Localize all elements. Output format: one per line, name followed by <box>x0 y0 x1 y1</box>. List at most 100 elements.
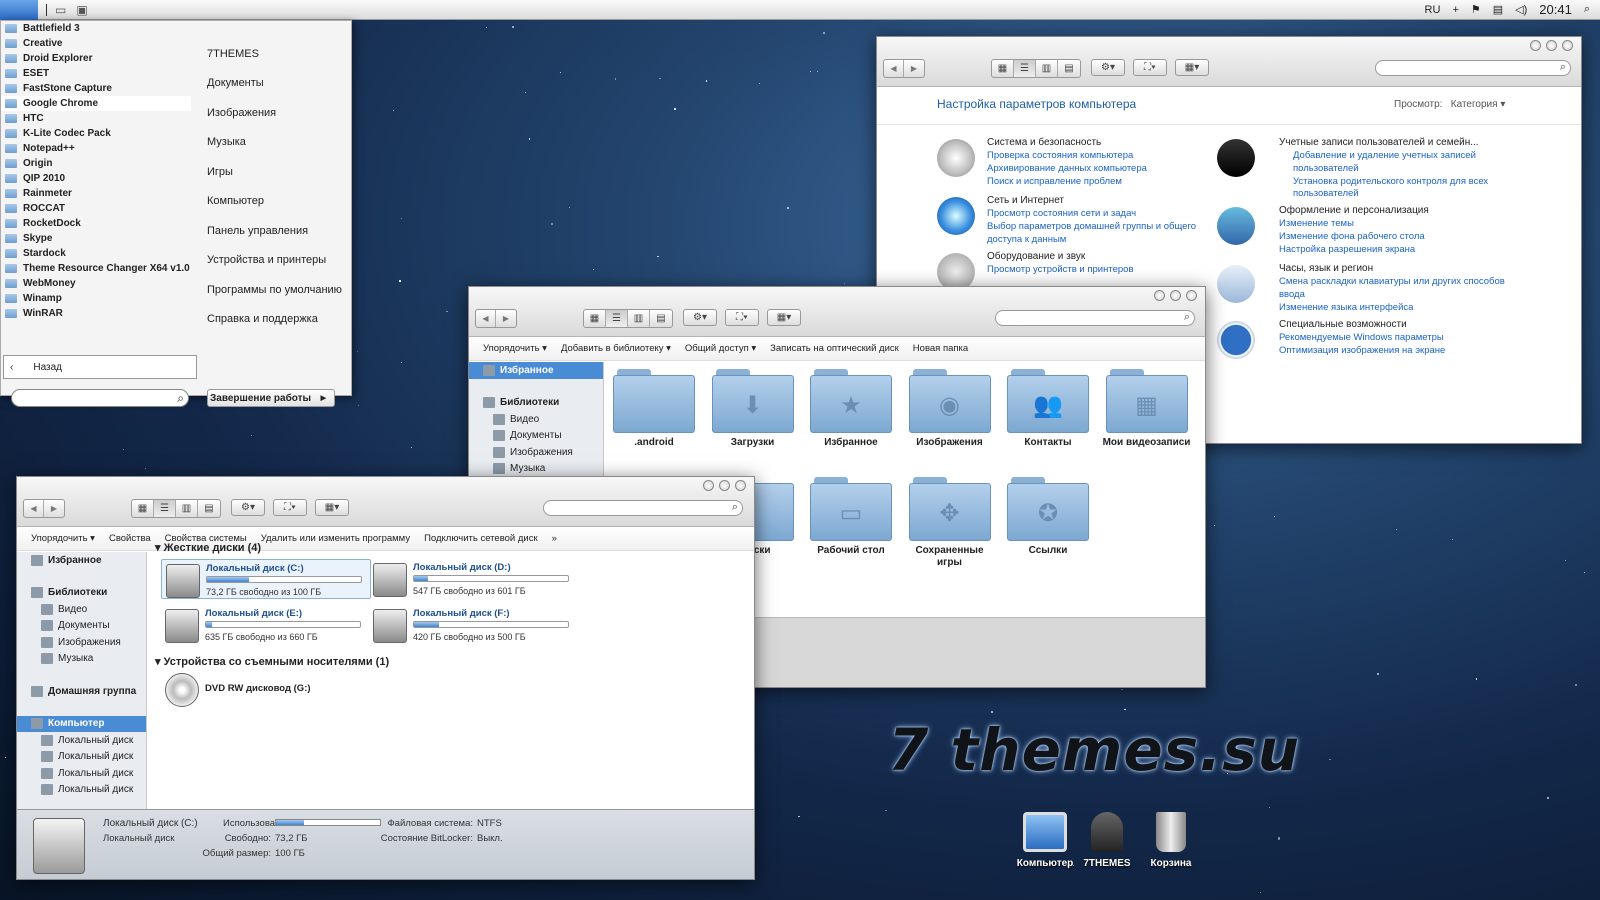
nav-item[interactable]: Домашняя группа <box>17 683 146 700</box>
icon-view-button[interactable]: ▦ <box>132 500 154 517</box>
forward-arrow-icon[interactable]: ▶ <box>496 310 516 327</box>
command-item[interactable]: Свойства <box>109 533 151 544</box>
coverflow-view-button[interactable]: ▤ <box>1058 60 1080 77</box>
folder-item[interactable]: ◉ Изображения <box>905 369 995 449</box>
category-heading[interactable]: Часы, язык и регион <box>1279 263 1373 274</box>
folder-item[interactable]: ✪ Ссылки <box>1003 477 1093 557</box>
column-view-button[interactable]: ▥ <box>176 500 198 517</box>
nav-item[interactable]: Локальный диск <box>17 765 146 782</box>
nav-item[interactable]: Избранное <box>17 552 146 569</box>
category-link[interactable]: Изменение фона рабочего стола <box>1279 231 1425 242</box>
nav-item[interactable]: Локальный диск <box>17 732 146 749</box>
program-item[interactable]: WinRAR <box>1 306 191 321</box>
gear-menu-button[interactable]: ⚙▾ <box>231 499 265 516</box>
program-item[interactable]: FastStone Capture <box>1 81 191 96</box>
nav-item[interactable]: Изображения <box>17 634 146 651</box>
start-place-item[interactable]: 7THEMES <box>207 39 342 69</box>
desktop-icon-computer[interactable]: Компьютер <box>1010 812 1080 869</box>
arrange-menu-button[interactable]: ▦▾ <box>315 499 349 516</box>
category-heading[interactable]: Сеть и Интернет <box>987 195 1064 206</box>
program-item[interactable]: RocketDock <box>1 216 191 231</box>
start-place-item[interactable]: Панель управления <box>207 216 342 246</box>
category-link[interactable]: Изменение языка интерфейса <box>1279 302 1413 313</box>
removable-group-header[interactable]: ▾ Устройства со съемными носителями (1) <box>155 655 389 668</box>
program-item[interactable]: Winamp <box>1 291 191 306</box>
flag-icon[interactable]: ⚑ <box>1471 3 1481 16</box>
personalization-icon[interactable] <box>1217 207 1255 245</box>
start-place-item[interactable]: Игры <box>207 157 342 187</box>
program-item[interactable]: Origin <box>1 156 191 171</box>
arrange-menu-button[interactable]: ▦▾ <box>1175 59 1209 76</box>
category-link[interactable]: Настройка разрешения экрана <box>1279 244 1415 255</box>
clock[interactable]: 20:41 <box>1539 2 1572 17</box>
nav-item[interactable]: Видео <box>469 411 603 428</box>
arrow-right-icon[interactable]: ▶ <box>321 394 326 402</box>
command-item[interactable]: Общий доступ ▾ <box>685 343 756 354</box>
close-button[interactable] <box>1186 290 1197 301</box>
forward-arrow-icon[interactable]: ▶ <box>44 500 64 517</box>
nav-item[interactable]: Музыка <box>469 461 603 478</box>
category-heading[interactable]: Оборудование и звук <box>987 251 1085 262</box>
user-accounts-icon[interactable] <box>1217 139 1255 177</box>
command-item[interactable]: Новая папка <box>913 343 968 354</box>
list-view-button[interactable]: ☰ <box>1014 60 1036 77</box>
category-link[interactable]: Рекомендуемые Windows параметры <box>1279 332 1444 343</box>
program-item[interactable]: QIP 2010 <box>1 171 191 186</box>
icon-view-button[interactable]: ▦ <box>992 60 1014 77</box>
back-arrow-icon[interactable]: ◀ <box>476 310 496 327</box>
program-item[interactable]: Droid Explorer <box>1 51 191 66</box>
category-heading[interactable]: Система и безопасность <box>987 137 1101 148</box>
apple-menu-icon[interactable] <box>0 0 38 20</box>
column-view-button[interactable]: ▥ <box>628 310 650 327</box>
nav-item[interactable]: Видео <box>17 601 146 618</box>
program-item[interactable]: WebMoney <box>1 276 191 291</box>
nav-item[interactable]: Библиотеки <box>17 585 146 602</box>
view-dropdown[interactable]: Категория ▾ <box>1451 99 1506 110</box>
network-globe-icon[interactable] <box>937 197 975 235</box>
arrange-menu-button[interactable]: ▦▾ <box>767 309 801 326</box>
program-item[interactable]: Google Chrome <box>1 96 191 111</box>
minimize-button[interactable] <box>1530 40 1541 51</box>
command-item[interactable]: Добавить в библиотеку ▾ <box>561 343 671 354</box>
nav-item[interactable]: Компьютер <box>17 715 146 732</box>
coverflow-view-button[interactable]: ▤ <box>198 500 220 517</box>
category-link[interactable]: Поиск и исправление проблем <box>987 176 1122 187</box>
share-menu-button[interactable]: ⛶▾ <box>725 309 759 326</box>
category-link[interactable]: пользователей <box>1293 163 1359 174</box>
start-place-item[interactable]: Документы <box>207 69 342 99</box>
folder-item[interactable]: 👥 Контакты <box>1003 369 1093 449</box>
minimize-button[interactable] <box>1154 290 1165 301</box>
coverflow-view-button[interactable]: ▤ <box>650 310 672 327</box>
icon-view-button[interactable]: ▦ <box>584 310 606 327</box>
close-button[interactable] <box>1562 40 1573 51</box>
nav-item[interactable]: Документы <box>469 428 603 445</box>
close-button[interactable] <box>735 480 746 491</box>
command-item[interactable]: Упорядочить ▾ <box>31 533 95 544</box>
folder-item[interactable]: .android <box>609 369 699 449</box>
maximize-button[interactable] <box>1546 40 1557 51</box>
drive-item[interactable]: Локальный диск (E:) 635 ГБ свободно из 66… <box>161 605 371 645</box>
category-heading[interactable]: Учетные записи пользователей и семейн... <box>1279 137 1479 148</box>
program-item[interactable]: Battlefield 3 <box>1 21 191 36</box>
gear-menu-button[interactable]: ⚙▾ <box>1091 59 1125 76</box>
desktop-icon-trash[interactable]: Корзина <box>1136 812 1206 869</box>
add-icon[interactable]: + <box>1452 4 1458 16</box>
drive-item[interactable]: Локальный диск (F:) 420 ГБ свободно из 50… <box>369 605 579 645</box>
app-icon[interactable]: ▣ <box>76 3 87 17</box>
category-link[interactable]: Смена раскладки клавиатуры или других сп… <box>1279 276 1505 287</box>
language-indicator[interactable]: RU <box>1425 4 1441 16</box>
start-place-item[interactable]: Программы по умолчанию <box>207 275 342 305</box>
nav-item[interactable]: Документы <box>17 618 146 635</box>
dvd-drive[interactable]: DVD RW дисковод (G:) <box>161 669 371 709</box>
forward-arrow-icon[interactable]: ▶ <box>904 60 924 77</box>
program-item[interactable]: Theme Resource Changer X64 v1.0 <box>1 261 191 276</box>
category-link[interactable]: Изменение темы <box>1279 218 1354 229</box>
desktop-icon-7themes[interactable]: 7THEMES <box>1072 812 1142 869</box>
folder-item[interactable]: ▦ Мои видеозаписи <box>1102 369 1192 449</box>
list-view-button[interactable]: ☰ <box>154 500 176 517</box>
category-link[interactable]: доступа к данным <box>987 234 1066 245</box>
volume-icon[interactable]: ◁) <box>1515 3 1527 16</box>
nav-item[interactable]: Локальный диск <box>17 782 146 799</box>
category-link[interactable]: Просмотр устройств и принтеров <box>987 264 1134 275</box>
start-place-item[interactable]: Изображения <box>207 98 342 128</box>
